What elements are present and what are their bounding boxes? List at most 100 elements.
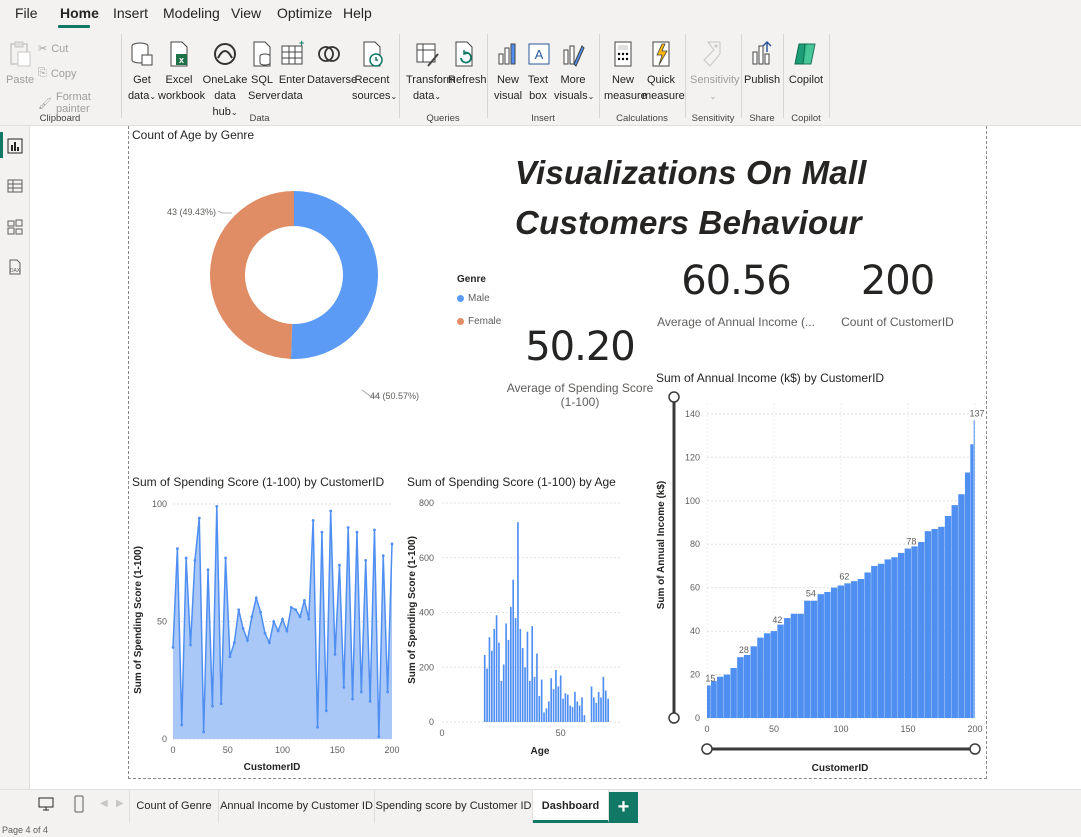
- x-axis-title: Age: [531, 746, 550, 757]
- tab-dashboard[interactable]: Dashboard: [533, 790, 609, 823]
- menu-home[interactable]: Home: [60, 5, 99, 21]
- tab-spending-score[interactable]: Spending score by Customer ID: [375, 790, 533, 823]
- bar: [543, 712, 545, 722]
- text-box-button[interactable]: A Text box: [526, 40, 550, 104]
- donut-label-female: 43 (49.43%): [167, 207, 216, 217]
- transform-data-button[interactable]: Transform data⌄: [406, 40, 456, 105]
- refresh-button[interactable]: Refresh: [448, 40, 487, 88]
- legend-item-male[interactable]: Male: [457, 293, 490, 304]
- donut-label-male: 44 (50.57%): [370, 391, 419, 401]
- bar: [559, 675, 562, 722]
- cut-button[interactable]: ✂ Cut: [38, 42, 68, 56]
- transform-label-2: data: [412, 90, 435, 102]
- tick-label: 50: [556, 728, 566, 738]
- scroll-right-icon[interactable]: ▶: [116, 798, 124, 809]
- recent-label-2: sources: [352, 90, 391, 102]
- onelake-button[interactable]: OneLake data hub⌄: [202, 40, 248, 121]
- sql-label-2: Server: [248, 90, 281, 102]
- spending-by-customer-chart[interactable]: 0 50 100 0 50 100 150 200 CustomerID Sum of Spe…: [130, 490, 405, 777]
- sensitivity-group: Sensitivity ⌄ Sensitivity: [686, 34, 740, 126]
- menu-insert[interactable]: Insert: [113, 5, 148, 21]
- menu-modeling[interactable]: Modeling: [163, 5, 220, 21]
- income-by-customer-chart[interactable]: 0 20 40 60 80 100 120 140 0 50 100 150 200 15 28 42 54 62…: [652, 385, 985, 777]
- data-label: 28: [739, 645, 749, 655]
- text-box-label-2: box: [529, 90, 547, 102]
- more-visuals-button[interactable]: More visuals⌄: [554, 40, 594, 105]
- bar: [517, 522, 519, 722]
- bar: [711, 681, 717, 718]
- bar: [891, 557, 898, 718]
- bar: [884, 559, 891, 718]
- spending-by-customer-title: Sum of Spending Score (1-100) by Custome…: [132, 475, 385, 489]
- data-point: [346, 526, 350, 529]
- sensitivity-button[interactable]: Sensitivity ⌄: [690, 40, 740, 105]
- report-view-icon[interactable]: [7, 138, 23, 154]
- bar: [911, 546, 918, 718]
- bar: [491, 650, 493, 722]
- recent-sources-button[interactable]: Recent sources⌄: [352, 40, 397, 105]
- bar: [790, 613, 798, 718]
- bar: [717, 676, 724, 718]
- copy-button[interactable]: ⎘ Copy: [38, 67, 77, 80]
- bar: [512, 579, 515, 722]
- copilot-group-label: Copilot: [791, 113, 821, 124]
- tab-annual-income[interactable]: Annual Income by Customer ID: [219, 790, 375, 823]
- tab-count-of-genre[interactable]: Count of Genre: [129, 790, 219, 823]
- bar: [743, 655, 751, 718]
- spending-by-age-chart[interactable]: 0 200 400 600 800 0 50 Age Sum of Spending Sco…: [405, 490, 625, 777]
- enter-data-label-2: data: [281, 90, 303, 102]
- publish-button[interactable]: Publish: [744, 40, 780, 88]
- copy-label: Copy: [50, 67, 77, 80]
- active-menu-indicator: [58, 25, 90, 28]
- zoom-slider-handle-bottom[interactable]: [668, 712, 680, 724]
- bar: [507, 639, 510, 722]
- new-measure-button[interactable]: New measure: [604, 40, 647, 104]
- model-view-icon[interactable]: [7, 219, 23, 235]
- menu-file[interactable]: File: [15, 5, 38, 21]
- zoom-slider-handle-right[interactable]: [969, 743, 981, 755]
- x-axis-title: CustomerID: [812, 763, 869, 774]
- zoom-slider-handle-left[interactable]: [701, 743, 713, 755]
- sensitivity-label: Sensitivity: [690, 74, 740, 86]
- zoom-slider-handle-top[interactable]: [668, 391, 680, 403]
- bar: [533, 676, 536, 722]
- dataverse-button[interactable]: Dataverse: [307, 40, 357, 88]
- data-point: [351, 697, 354, 701]
- sql-server-button[interactable]: SQL Server: [248, 40, 280, 104]
- dax-query-view-icon[interactable]: DAX: [7, 259, 23, 275]
- data-point: [324, 709, 328, 713]
- add-page-button[interactable]: +: [609, 792, 638, 823]
- menu-help[interactable]: Help: [343, 5, 372, 21]
- format-painter-button[interactable]: 🖌 Format painter: [38, 91, 120, 115]
- data-point: [373, 528, 376, 532]
- data-point: [189, 643, 192, 647]
- income-by-customer-title: Sum of Annual Income (k$) by CustomerID: [656, 371, 885, 385]
- excel-workbook-button[interactable]: x Excel workbook: [158, 40, 205, 104]
- enter-data-button[interactable]: + Enter data: [278, 40, 306, 104]
- avg-income-card-value: 60.56: [681, 258, 792, 304]
- mobile-layout-icon[interactable]: [73, 795, 85, 813]
- paste-button[interactable]: Paste: [6, 40, 34, 88]
- desktop-layout-icon[interactable]: [38, 796, 54, 812]
- new-visual-button[interactable]: New visual: [494, 40, 522, 104]
- table-view-icon[interactable]: [7, 178, 23, 194]
- status-bar: Page 4 of 4: [0, 823, 1081, 837]
- quick-measure-button[interactable]: Quick measure: [642, 40, 685, 104]
- donut-chart[interactable]: 43 (49.43%) 44 (50.57%): [130, 140, 450, 440]
- bar: [566, 694, 569, 722]
- tick-label: 100: [833, 724, 848, 734]
- menu-view[interactable]: View: [231, 5, 261, 21]
- tick-label: 0: [162, 734, 167, 744]
- chevron-down-icon: ⌄: [149, 92, 157, 101]
- legend-item-female[interactable]: Female: [457, 316, 501, 327]
- bar: [557, 686, 560, 722]
- copy-icon: ⎘: [38, 67, 47, 79]
- scroll-left-icon[interactable]: ◀: [100, 798, 108, 809]
- view-switcher-rail: DAX: [0, 126, 30, 789]
- data-point: [368, 700, 372, 703]
- data-group-label: Data: [249, 113, 270, 124]
- get-data-button[interactable]: Get data⌄: [126, 40, 158, 105]
- menu-optimize[interactable]: Optimize: [277, 5, 332, 21]
- copilot-button[interactable]: Copilot: [788, 40, 824, 88]
- tick-label: 100: [152, 499, 167, 509]
